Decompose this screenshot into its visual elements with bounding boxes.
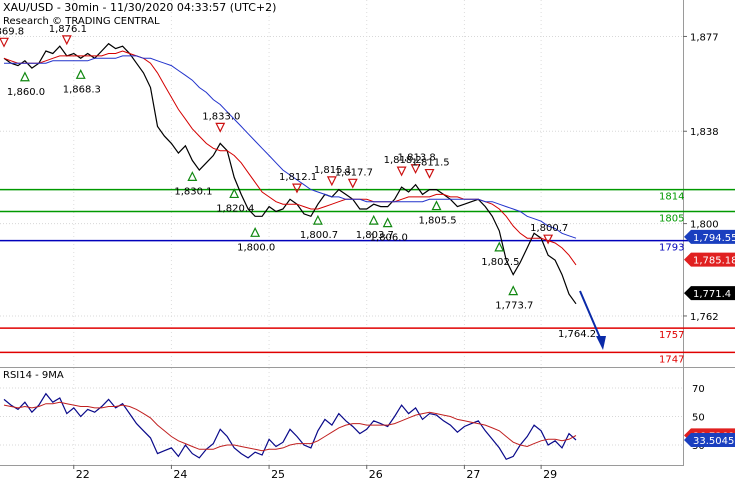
rsi-tick-label: 50	[692, 413, 705, 424]
level-label: 1747	[659, 354, 684, 365]
value-tag-text: 1,785.18	[693, 256, 735, 267]
x-tick-label: 24	[173, 468, 187, 480]
value-tag-text: 1,771.4	[693, 289, 731, 300]
chart-title: XAU/USD - 30min - 11/30/2020 04:33:57 (U…	[3, 1, 276, 14]
x-axis-ticks: 22 24 25 26 27 29	[73, 465, 557, 481]
swing-label: 1,833.0	[202, 111, 240, 122]
value-tag-text: 33.5045	[693, 436, 734, 447]
swing-label: 1,764.2	[558, 329, 596, 340]
x-tick-label: 25	[271, 468, 285, 480]
level-label: 1793	[659, 243, 684, 254]
swing-label: 1,860.0	[7, 87, 45, 98]
x-tick-label: 26	[369, 468, 383, 480]
level-label: 1805	[659, 213, 684, 224]
swing-label: 1,805.5	[418, 216, 456, 227]
y-tick-label: 1,762	[690, 312, 719, 323]
swing-label: 1,773.7	[495, 301, 533, 312]
value-tag-text: 1,794.55	[693, 233, 735, 244]
swing-label: 1,800.7	[300, 230, 338, 241]
swing-label: 1,820.4	[216, 203, 254, 214]
swing-label: 1,806.0	[370, 233, 408, 244]
swing-label: 1,830.1	[174, 186, 212, 197]
swing-label: 1,800.0	[237, 242, 275, 253]
rsi-panel-title: RSI14 - 9MA	[3, 370, 64, 381]
x-tick-label: 29	[543, 468, 557, 480]
swing-label: 1,812.1	[279, 172, 317, 183]
chart-window: 18141805179317571747 1,869.81,860.01,876…	[0, 0, 735, 481]
swing-label: 1,800.7	[530, 223, 568, 234]
x-tick-label: 22	[76, 468, 90, 480]
swing-label: 1,811.5	[412, 158, 450, 169]
swing-label: 1,817.7	[335, 167, 373, 178]
price-plot-area[interactable]	[0, 0, 683, 367]
y-tick-label: 1,838	[690, 127, 719, 138]
y-tick-label: 1,877	[690, 32, 719, 43]
swing-label: 1,802.5	[481, 257, 519, 268]
y-tick-label: 1,800	[690, 220, 719, 231]
level-label: 1814	[659, 192, 684, 203]
swing-label: 1,869.8	[0, 26, 24, 37]
level-label: 1757	[659, 330, 684, 341]
chart-canvas: 18141805179317571747 1,869.81,860.01,876…	[0, 0, 735, 481]
swing-label: 1,868.3	[63, 84, 101, 95]
x-tick-label: 27	[466, 468, 480, 480]
rsi-tick-label: 70	[692, 384, 705, 395]
chart-source: Research © TRADING CENTRAL	[3, 16, 160, 27]
